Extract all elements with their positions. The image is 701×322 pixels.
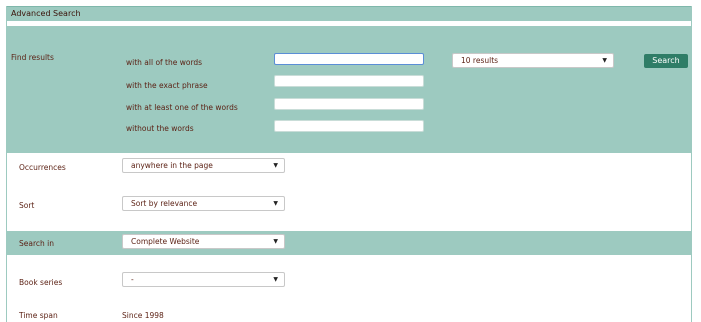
any-words-label: with at least one of the words bbox=[126, 103, 238, 112]
search-in-value: Complete Website bbox=[131, 237, 200, 246]
sort-value: Sort by relevance bbox=[131, 199, 198, 208]
without-words-input[interactable] bbox=[274, 120, 424, 132]
dropdown-arrow-icon: ▼ bbox=[273, 200, 278, 207]
without-words-label: without the words bbox=[126, 124, 194, 133]
find-results-panel: Find results with all of the words with … bbox=[7, 26, 691, 153]
dropdown-arrow-icon: ▼ bbox=[273, 276, 278, 283]
search-button[interactable]: Search bbox=[644, 54, 688, 68]
time-span-label: Time span bbox=[19, 311, 58, 320]
dropdown-arrow-icon: ▼ bbox=[273, 238, 278, 245]
search-in-select[interactable]: Complete Website ▼ bbox=[122, 234, 285, 249]
time-span-value: Since 1998 bbox=[122, 311, 164, 320]
all-words-input[interactable] bbox=[274, 53, 424, 65]
book-series-label: Book series bbox=[19, 278, 63, 287]
occurrences-value: anywhere in the page bbox=[131, 161, 213, 170]
sort-select[interactable]: Sort by relevance ▼ bbox=[122, 196, 285, 211]
advanced-search-form: Advanced Search Find results with all of… bbox=[6, 6, 692, 322]
search-in-band: Search in Complete Website ▼ bbox=[7, 231, 691, 255]
find-results-label: Find results bbox=[11, 53, 54, 62]
results-count-value: 10 results bbox=[461, 56, 499, 65]
dropdown-arrow-icon: ▼ bbox=[273, 162, 278, 169]
results-count-select[interactable]: 10 results ▼ bbox=[452, 53, 614, 68]
exact-phrase-label: with the exact phrase bbox=[126, 81, 208, 90]
book-series-select[interactable]: - ▼ bbox=[122, 272, 285, 287]
occurrences-select[interactable]: anywhere in the page ▼ bbox=[122, 158, 285, 173]
any-words-input[interactable] bbox=[274, 98, 424, 110]
sort-label: Sort bbox=[19, 201, 35, 210]
form-title: Advanced Search bbox=[11, 9, 81, 18]
occurrences-label: Occurrences bbox=[19, 163, 66, 172]
form-header: Advanced Search bbox=[7, 6, 691, 21]
search-in-label: Search in bbox=[19, 239, 54, 248]
dropdown-arrow-icon: ▼ bbox=[602, 57, 607, 64]
book-series-value: - bbox=[131, 275, 134, 284]
exact-phrase-input[interactable] bbox=[274, 75, 424, 87]
all-words-label: with all of the words bbox=[126, 58, 203, 67]
